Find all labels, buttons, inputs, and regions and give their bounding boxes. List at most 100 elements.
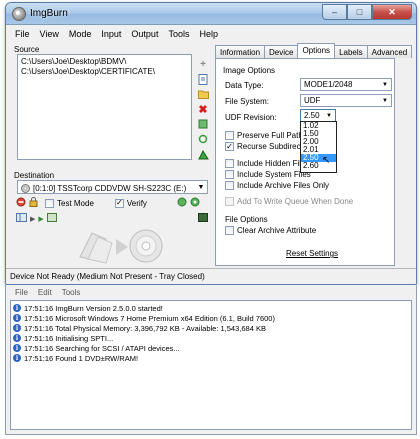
disc-app-icon [12, 7, 26, 21]
system-files-checkbox[interactable] [225, 170, 234, 179]
log-line: i 17:51:16 Found 1 DVD±RW/RAM! [13, 353, 409, 363]
chevron-down-icon[interactable]: ▼ [380, 96, 390, 105]
chevron-down-icon[interactable]: ▼ [380, 80, 390, 89]
tab-options[interactable]: Options [297, 43, 336, 58]
tab-information[interactable]: Information [215, 45, 266, 58]
drive-refresh-icon[interactable] [177, 197, 187, 209]
recurse-row: ✓ Recurse Subdirecto [225, 142, 307, 151]
menu-help[interactable]: Help [194, 29, 223, 39]
reset-settings-link[interactable]: Reset Settings [286, 249, 338, 258]
menu-tools[interactable]: Tools [163, 29, 194, 39]
udf-option[interactable]: 2.60 [301, 162, 336, 170]
view-controls: ▶ ▶ [16, 213, 57, 224]
queue-icon[interactable] [46, 213, 57, 224]
archive-files-row: Include Archive Files Only [225, 181, 329, 190]
hidden-files-checkbox[interactable] [225, 159, 234, 168]
caption-buttons: – □ ✕ [322, 4, 412, 20]
tab-labels[interactable]: Labels [334, 45, 368, 58]
menu-view[interactable]: View [35, 29, 64, 39]
layout-icon[interactable] [16, 213, 27, 224]
file-system-value: UDF [304, 96, 321, 105]
new-file-icon[interactable] [197, 73, 209, 85]
verify-checkbox[interactable]: ✓ [114, 198, 124, 208]
system-files-row: Include System Files [225, 170, 311, 179]
test-mode-checkbox[interactable] [45, 198, 54, 208]
preserve-path-row: Preserve Full Pathn [225, 131, 307, 140]
destination-actions [177, 197, 200, 209]
mouse-cursor-icon: ↖ [322, 155, 331, 166]
file-system-select[interactable]: UDF ▼ [300, 94, 392, 107]
chevron-down-icon[interactable]: ▼ [195, 181, 207, 193]
log-text: 17:51:16 Microsoft Windows 7 Home Premiu… [24, 313, 275, 323]
disc-icon [129, 229, 163, 263]
archive-files-label: Include Archive Files Only [237, 181, 330, 190]
recurse-checkbox[interactable]: ✓ [225, 142, 234, 151]
file-system-label: File System: [225, 97, 270, 106]
source-label: Source [14, 45, 40, 54]
tab-advanced[interactable]: Advanced [366, 45, 413, 58]
log-line: i 17:51:16 Total Physical Memory: 3,396,7… [13, 323, 409, 333]
info-icon: i [13, 344, 21, 352]
log-text: 17:51:16 Found 1 DVD±RW/RAM! [24, 353, 139, 363]
menu-mode[interactable]: Mode [64, 29, 97, 39]
source-item[interactable]: C:\Users\Joe\Desktop\CERTIFICATE\ [21, 67, 188, 77]
log-text: 17:51:16 Total Physical Memory: 3,396,79… [24, 323, 266, 333]
lock-icon[interactable] [29, 197, 38, 209]
drive-options-icon[interactable] [190, 197, 200, 209]
disc-drive-icon [21, 183, 30, 193]
chevron-right-icon[interactable]: ▶ [30, 215, 35, 223]
test-mode-label: Test Mode [57, 198, 94, 208]
edit-icon[interactable] [197, 118, 209, 130]
status-bar: Device Not Ready (Medium Not Present - T… [6, 268, 416, 284]
info-icon: i [13, 334, 21, 342]
destination-drive-value: [0:1:0] TSSTcorp CDDVDW SH-S223C (E:) [33, 183, 187, 193]
log-text: 17:51:16 ImgBurn Version 2.5.0.0 started… [24, 303, 163, 313]
title-bar[interactable]: ImgBurn – □ ✕ [6, 3, 416, 25]
tab-device[interactable]: Device [264, 45, 299, 58]
calculate-icon[interactable] [197, 149, 209, 161]
source-item[interactable]: C:\Users\Joe\Desktop\BDMV\ [21, 57, 188, 67]
open-folder-icon[interactable] [197, 88, 209, 100]
menu-file[interactable]: File [10, 29, 35, 39]
data-type-label: Data Type: [225, 81, 264, 90]
write-queue-checkbox[interactable] [225, 197, 234, 206]
log-menu-edit[interactable]: Edit [33, 288, 57, 297]
source-list[interactable]: C:\Users\Joe\Desktop\BDMV\ C:\Users\Joe\… [17, 54, 192, 160]
log-area[interactable]: i 17:51:16 ImgBurn Version 2.5.0.0 starte… [10, 300, 412, 430]
close-button[interactable]: ✕ [372, 4, 412, 20]
log-text: 17:51:16 Initialising SPTI... [24, 333, 114, 343]
menu-output[interactable]: Output [126, 29, 163, 39]
status-text: Device Not Ready (Medium Not Present - T… [10, 272, 205, 281]
preserve-path-label: Preserve Full Pathn [237, 131, 308, 140]
destination-label: Destination [14, 171, 55, 180]
udf-revision-value: 2.50 [304, 111, 320, 120]
write-button[interactable] [76, 225, 166, 265]
refresh-icon[interactable] [197, 133, 209, 145]
menu-bar: File View Mode Input Output Tools Help [6, 25, 416, 42]
log-toggle-icon[interactable] [198, 213, 208, 224]
no-entry-icon[interactable] [16, 197, 26, 209]
minimize-button[interactable]: – [322, 4, 347, 20]
hidden-files-row: Include Hidden File [225, 159, 305, 168]
destination-drive-select[interactable]: [0:1:0] TSSTcorp CDDVDW SH-S223C (E:) ▼ [17, 180, 208, 194]
preserve-path-checkbox[interactable] [225, 131, 234, 140]
write-queue-label: Add To Write Queue When Done [237, 197, 354, 206]
archive-files-checkbox[interactable] [225, 181, 234, 190]
log-menu-tools[interactable]: Tools [57, 288, 86, 297]
maximize-button[interactable]: □ [347, 4, 372, 20]
chevron-down-icon[interactable]: ▼ [324, 111, 334, 120]
recurse-label: Recurse Subdirecto [237, 142, 308, 151]
udf-revision-dropdown: 1.02 1.50 2.00 2.01 2.50 2.60 [300, 121, 337, 173]
window-title: ImgBurn [30, 8, 68, 19]
clear-archive-checkbox[interactable] [225, 226, 234, 235]
info-icon: i [13, 314, 21, 322]
info-icon: i [13, 304, 21, 312]
remove-icon[interactable]: ✖ [197, 103, 209, 116]
log-menu-file[interactable]: File [10, 288, 33, 297]
add-icon[interactable]: + [197, 58, 209, 70]
play-icon[interactable]: ▶ [38, 215, 43, 223]
log-menu-bar: File Edit Tools [6, 285, 416, 300]
menu-input[interactable]: Input [96, 29, 126, 39]
data-type-select[interactable]: MODE1/2048 ▼ [300, 78, 392, 91]
arrow-icon [116, 239, 128, 255]
